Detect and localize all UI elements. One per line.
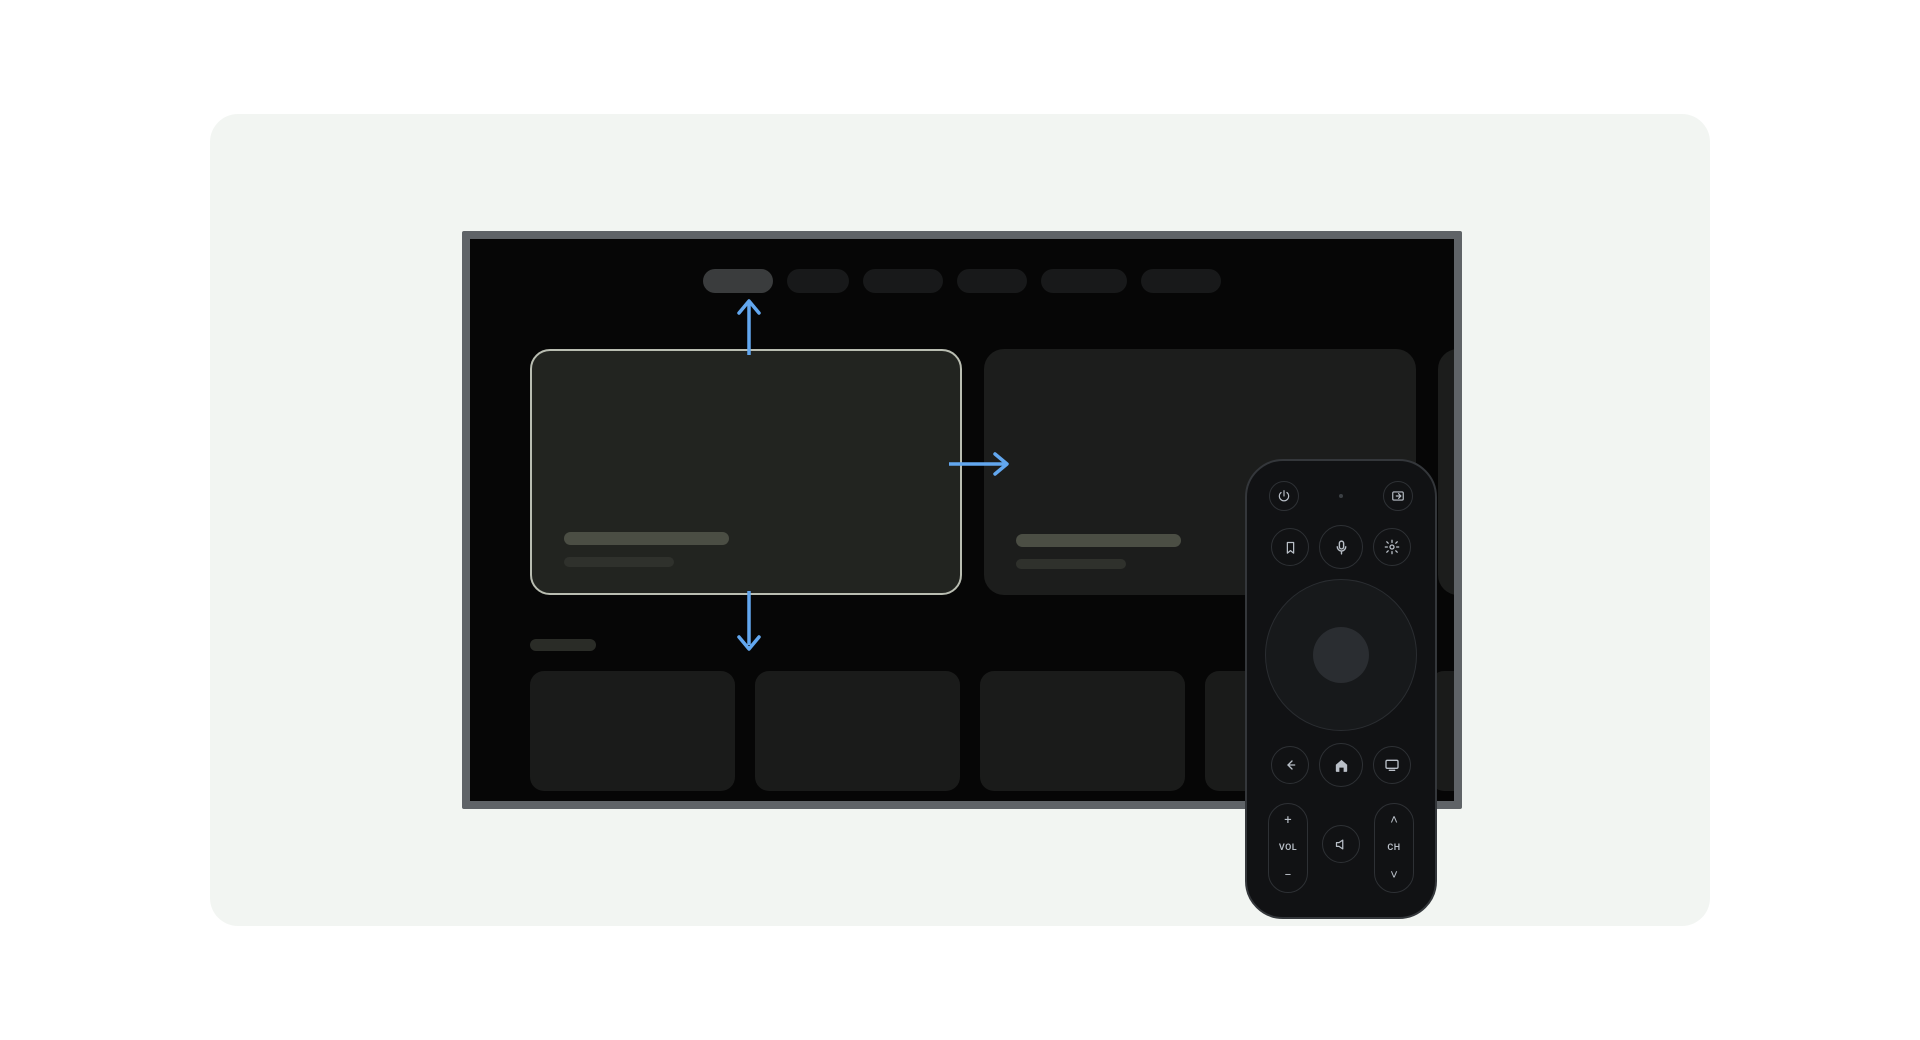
back-icon [1282, 757, 1298, 773]
channel-rocker[interactable]: ˄ CH ˅ [1374, 803, 1414, 893]
content-card[interactable] [980, 671, 1185, 791]
tab-item[interactable] [787, 269, 849, 293]
tab-row [470, 269, 1454, 293]
guide-button[interactable] [1373, 746, 1411, 784]
power-button[interactable] [1269, 481, 1299, 511]
tab-item[interactable] [957, 269, 1027, 293]
text-placeholder [1016, 534, 1181, 547]
arrow-up-icon [734, 297, 764, 357]
mic-button[interactable] [1319, 525, 1363, 569]
power-icon [1277, 489, 1291, 503]
settings-icon [1384, 539, 1400, 555]
tab-item[interactable] [1141, 269, 1221, 293]
text-placeholder [564, 532, 729, 545]
volume-label: VOL [1279, 843, 1297, 853]
mic-icon [1333, 539, 1350, 556]
hero-card-peek[interactable] [1438, 349, 1454, 595]
figure-canvas: + VOL − ˄ CH ˅ [210, 114, 1710, 926]
bookmark-icon [1283, 540, 1298, 555]
dpad[interactable] [1265, 579, 1417, 731]
content-card[interactable] [755, 671, 960, 791]
text-placeholder [564, 557, 674, 567]
back-button[interactable] [1271, 746, 1309, 784]
input-button[interactable] [1383, 481, 1413, 511]
bookmark-button[interactable] [1271, 528, 1309, 566]
tab-item-active[interactable] [703, 269, 773, 293]
settings-button[interactable] [1373, 528, 1411, 566]
content-card[interactable] [530, 671, 735, 791]
home-icon [1333, 757, 1350, 774]
arrow-down-icon [734, 589, 764, 653]
remote-control: + VOL − ˄ CH ˅ [1245, 459, 1437, 919]
plus-icon: + [1284, 814, 1291, 827]
home-button[interactable] [1319, 743, 1363, 787]
mute-button[interactable] [1322, 825, 1360, 863]
minus-icon: − [1284, 869, 1291, 882]
section-header-placeholder [530, 639, 596, 651]
led-indicator [1339, 494, 1343, 498]
mute-icon [1334, 837, 1349, 852]
tab-item[interactable] [1041, 269, 1127, 293]
text-placeholder [1016, 559, 1126, 569]
arrow-right-icon [947, 449, 1013, 479]
chevron-up-icon: ˄ [1390, 814, 1398, 827]
guide-icon [1384, 757, 1400, 773]
channel-label: CH [1387, 843, 1400, 853]
chevron-down-icon: ˅ [1390, 869, 1398, 882]
input-icon [1391, 489, 1405, 503]
volume-rocker[interactable]: + VOL − [1268, 803, 1308, 893]
hero-card-focused[interactable] [530, 349, 962, 595]
tab-item[interactable] [863, 269, 943, 293]
dpad-select-button[interactable] [1313, 627, 1369, 683]
